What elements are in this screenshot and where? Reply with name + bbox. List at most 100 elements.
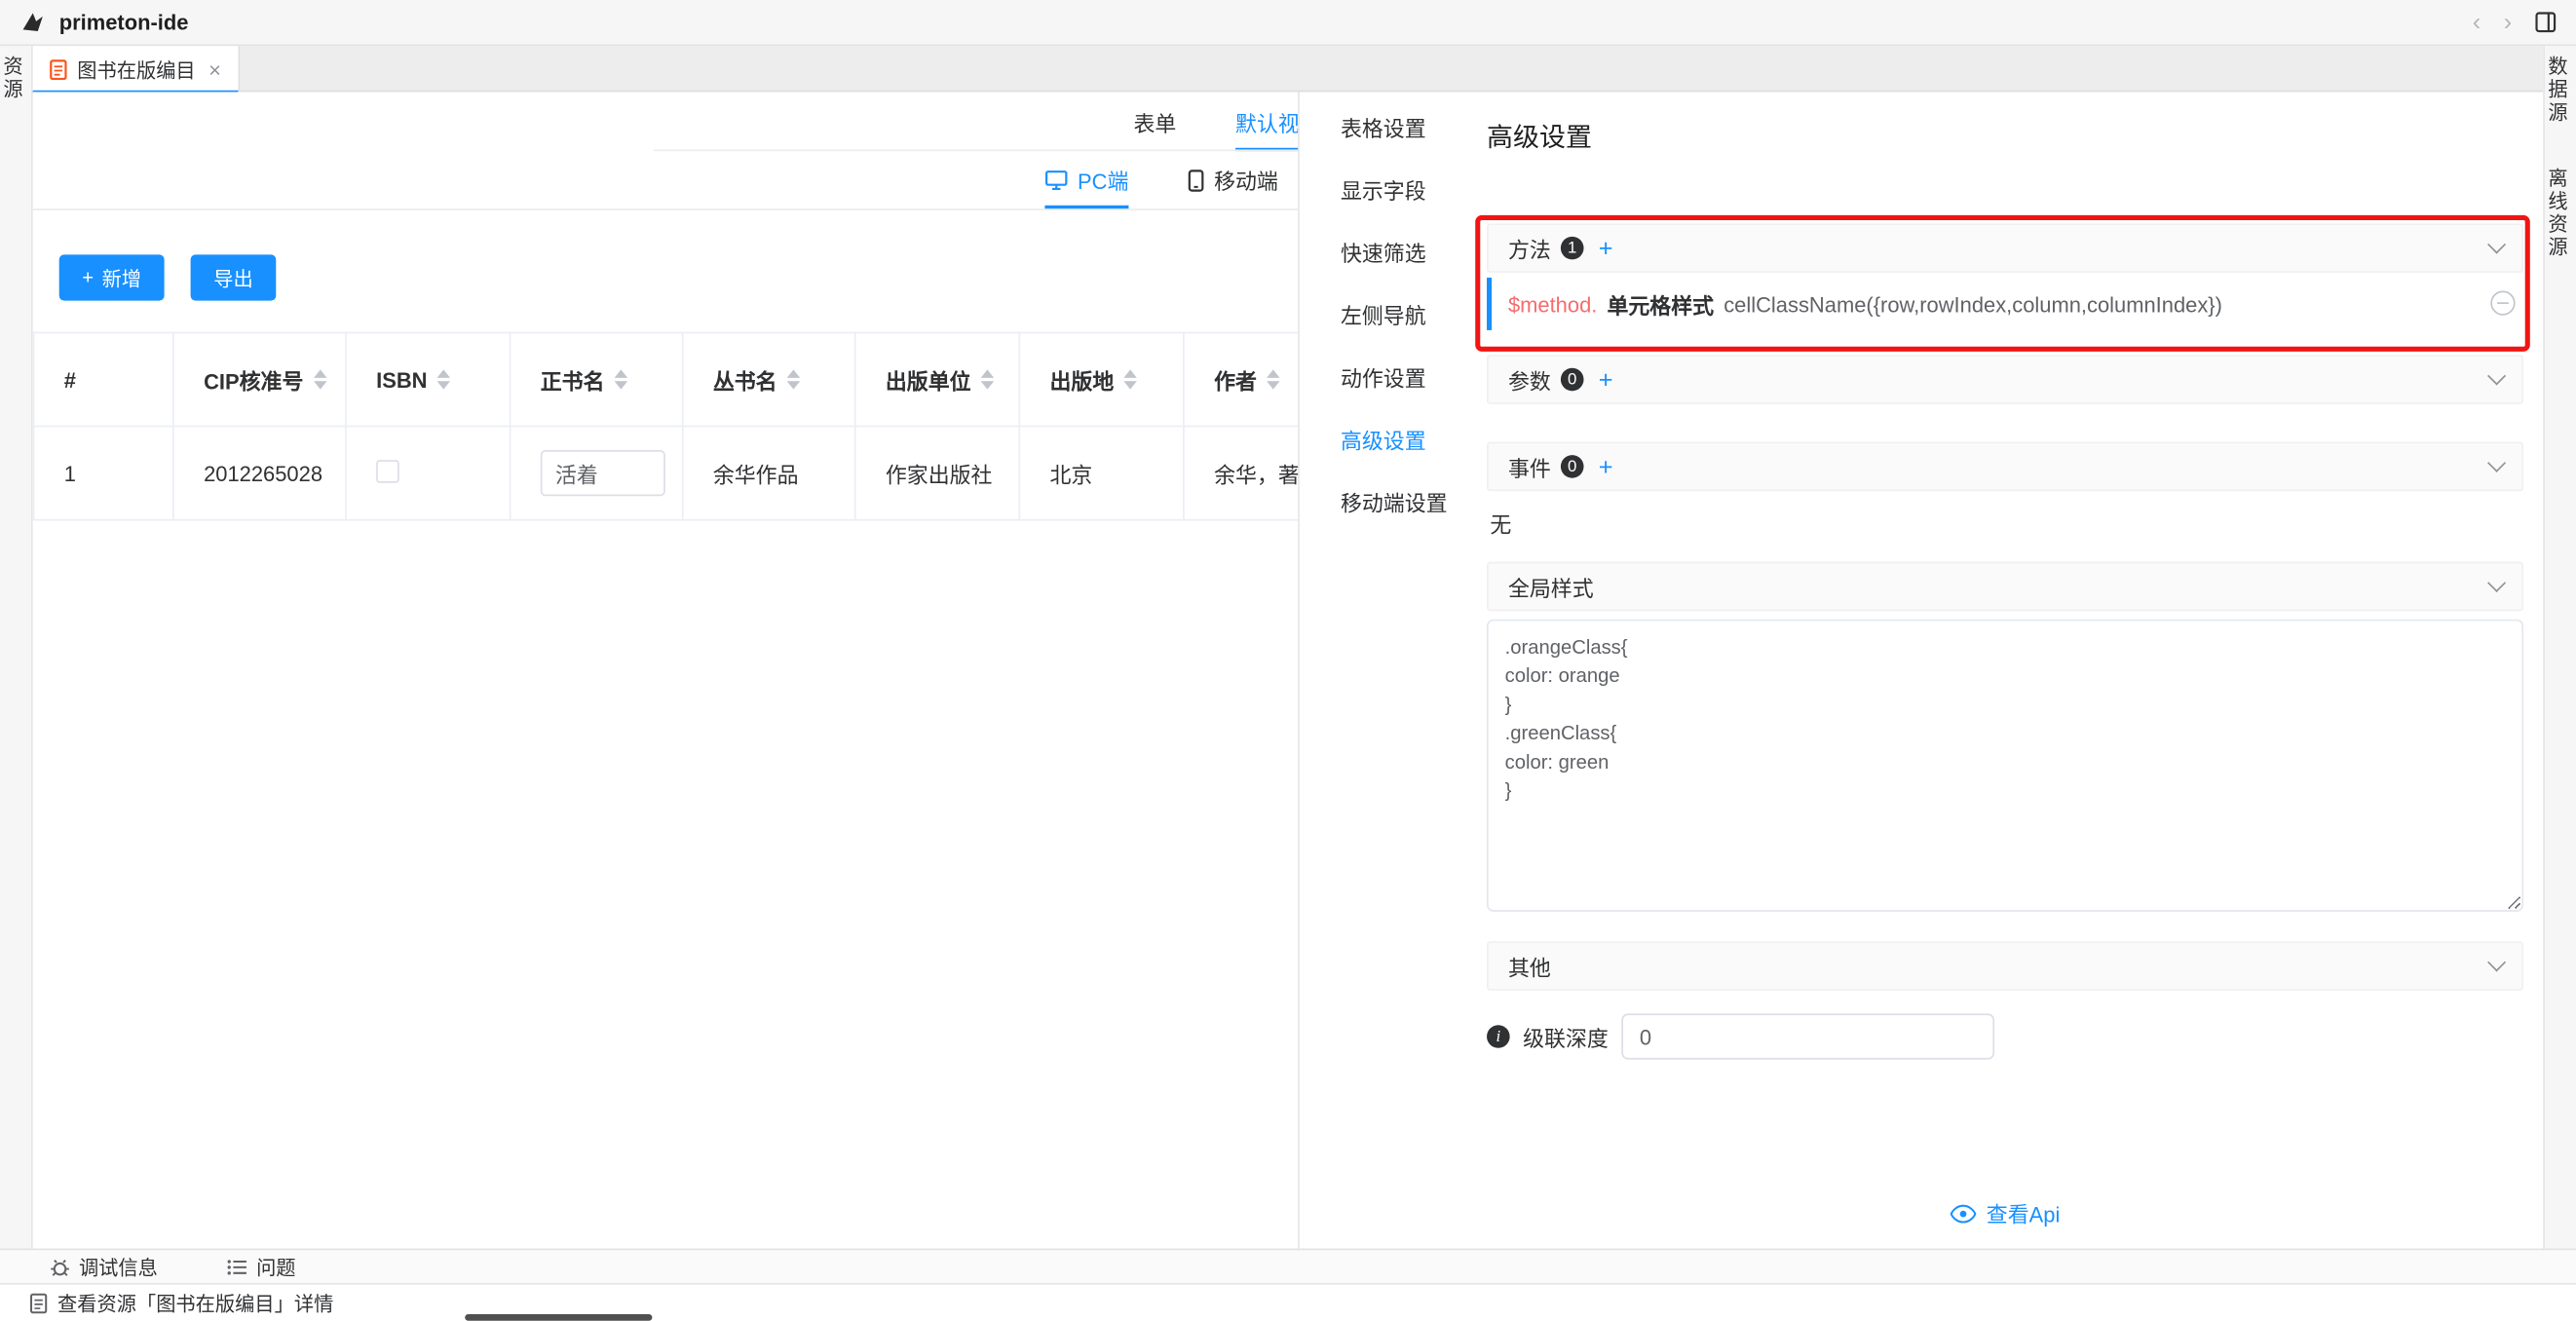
- add-param-icon[interactable]: +: [1599, 365, 1613, 394]
- nav-forward-icon[interactable]: ›: [2504, 10, 2512, 34]
- device-tabs: PC端 移动端: [33, 151, 1298, 210]
- debug-icon: [50, 1256, 71, 1277]
- sort-icon[interactable]: [1267, 369, 1279, 389]
- remove-method-icon[interactable]: [2490, 290, 2515, 315]
- event-count-badge: 0: [1561, 455, 1584, 478]
- cell-series: 余华作品: [683, 427, 855, 520]
- monitor-icon: [1044, 170, 1068, 191]
- chevron-down-icon[interactable]: [2487, 366, 2506, 385]
- sort-icon[interactable]: [615, 369, 627, 389]
- menu-item-table-settings[interactable]: 表格设置: [1300, 98, 1464, 161]
- document-icon: [50, 58, 68, 80]
- app-title: primeton-ide: [59, 10, 189, 34]
- cell-publisher: 作家出版社: [855, 427, 1020, 520]
- add-event-icon[interactable]: +: [1599, 453, 1613, 481]
- debug-info-label: 调试信息: [79, 1253, 158, 1281]
- right-rail: 数据源 离线资源: [2543, 46, 2576, 1248]
- add-method-icon[interactable]: +: [1599, 234, 1613, 262]
- isbn-checkbox[interactable]: [376, 459, 399, 482]
- sort-icon[interactable]: [314, 369, 326, 389]
- view-api-link[interactable]: 查看Api: [1487, 1197, 2523, 1228]
- event-section: 事件 0 + 无: [1487, 442, 2523, 539]
- nav-back-icon[interactable]: ‹: [2473, 10, 2481, 34]
- cell-title: [511, 427, 683, 520]
- col-header-publisher[interactable]: 出版单位: [855, 332, 1020, 426]
- table-header-row: # CIP核准号 ISBN 正书名 丛书名 出版单位 出版地 作者: [34, 332, 1299, 426]
- chevron-down-icon[interactable]: [2487, 953, 2506, 971]
- chevron-down-icon[interactable]: [2487, 574, 2506, 592]
- horizontal-scrollbar-thumb[interactable]: [465, 1314, 652, 1321]
- sort-icon[interactable]: [981, 369, 994, 389]
- settings-menu: 表格设置 显示字段 快速筛选 左侧导航 动作设置 高级设置 移动端设置: [1300, 92, 1464, 1248]
- param-section-header[interactable]: 参数 0 +: [1487, 355, 2523, 404]
- menu-item-action-settings[interactable]: 动作设置: [1300, 348, 1464, 410]
- event-section-header[interactable]: 事件 0 +: [1487, 442, 2523, 492]
- status-bar: 查看资源「图书在版编目」详情: [0, 1283, 2576, 1321]
- tab-form[interactable]: 表单: [1133, 92, 1176, 151]
- tab-mobile[interactable]: 移动端: [1188, 151, 1278, 208]
- editor-area: 表单 默认视图 PC端: [33, 92, 1298, 1248]
- sort-icon[interactable]: [437, 369, 450, 389]
- other-section-header[interactable]: 其他: [1487, 941, 2523, 991]
- cascade-depth-label: 级联深度: [1523, 1021, 1609, 1052]
- rail-datasource-tab[interactable]: 数据源: [2549, 56, 2572, 125]
- rail-offline-resources-tab[interactable]: 离线资源: [2549, 168, 2572, 259]
- cell-author: 余华，著: [1184, 427, 1298, 520]
- eye-icon: [1951, 1203, 1977, 1223]
- param-section-label: 参数: [1508, 363, 1551, 395]
- tab-pc[interactable]: PC端: [1044, 151, 1128, 208]
- menu-item-display-fields[interactable]: 显示字段: [1300, 161, 1464, 223]
- export-button-label: 导出: [213, 264, 252, 292]
- method-prefix: $method.: [1508, 291, 1597, 316]
- menu-item-mobile-settings[interactable]: 移动端设置: [1300, 473, 1464, 536]
- table-toolbar: + 新增 导出: [59, 254, 1298, 300]
- document-tab-active[interactable]: 图书在版编目 ×: [33, 46, 240, 92]
- problems-label: 问题: [256, 1253, 295, 1281]
- method-section: 方法 1 + $method. 单元格样式 cellClassName({row…: [1487, 223, 2523, 330]
- menu-item-advanced-settings[interactable]: 高级设置: [1300, 411, 1464, 473]
- page-title: 高级设置: [1487, 115, 2523, 154]
- phone-icon: [1188, 169, 1204, 192]
- layout-toggle-icon[interactable]: [2535, 12, 2557, 33]
- document-tab-label: 图书在版编目: [77, 55, 195, 83]
- method-section-label: 方法: [1508, 233, 1551, 264]
- app-logo-icon: [19, 9, 46, 35]
- info-icon: i: [1487, 1025, 1510, 1048]
- tab-close-icon[interactable]: ×: [208, 57, 221, 81]
- col-header-author[interactable]: 作者: [1184, 332, 1298, 426]
- sort-icon[interactable]: [787, 369, 800, 389]
- event-section-label: 事件: [1508, 451, 1551, 482]
- title-input[interactable]: [541, 450, 665, 496]
- debug-info-button[interactable]: 调试信息: [50, 1253, 158, 1281]
- sort-icon[interactable]: [1123, 369, 1136, 389]
- method-section-header[interactable]: 方法 1 +: [1487, 223, 2523, 273]
- add-button[interactable]: + 新增: [59, 254, 165, 300]
- col-header-cip[interactable]: CIP核准号: [173, 332, 346, 426]
- method-list-item[interactable]: $method. 单元格样式 cellClassName({row,rowInd…: [1487, 278, 2523, 330]
- event-empty-text: 无: [1487, 508, 2523, 539]
- rail-resources-tab[interactable]: 资源: [4, 56, 27, 101]
- col-header-title[interactable]: 正书名: [511, 332, 683, 426]
- cell-place: 北京: [1019, 427, 1184, 520]
- menu-item-quick-filter[interactable]: 快速筛选: [1300, 223, 1464, 285]
- menu-item-left-nav[interactable]: 左侧导航: [1300, 285, 1464, 348]
- chevron-down-icon[interactable]: [2487, 454, 2506, 472]
- cascade-depth-input[interactable]: [1621, 1013, 1994, 1059]
- param-count-badge: 0: [1561, 368, 1584, 392]
- problems-button[interactable]: 问题: [227, 1253, 296, 1281]
- add-button-label: 新增: [102, 264, 141, 292]
- chevron-down-icon[interactable]: [2487, 236, 2506, 254]
- method-name: 单元格样式: [1607, 288, 1714, 320]
- resource-doc-icon: [29, 1292, 48, 1313]
- global-style-header[interactable]: 全局样式: [1487, 562, 2523, 612]
- cell-index: 1: [34, 427, 173, 520]
- app-window: primeton-ide ‹ › 资源 图书在版编目 ×: [0, 0, 2576, 1321]
- view-api-label: 查看Api: [1987, 1197, 2061, 1228]
- data-table: # CIP核准号 ISBN 正书名 丛书名 出版单位 出版地 作者 1 2012…: [33, 332, 1298, 521]
- col-header-isbn[interactable]: ISBN: [346, 332, 511, 426]
- export-button[interactable]: 导出: [191, 254, 277, 300]
- global-style-textarea[interactable]: .orangeClass{ color: orange } .greenClas…: [1487, 620, 2523, 912]
- col-header-place[interactable]: 出版地: [1019, 332, 1184, 426]
- tab-default-view[interactable]: 默认视图: [1235, 92, 1298, 151]
- col-header-series[interactable]: 丛书名: [683, 332, 855, 426]
